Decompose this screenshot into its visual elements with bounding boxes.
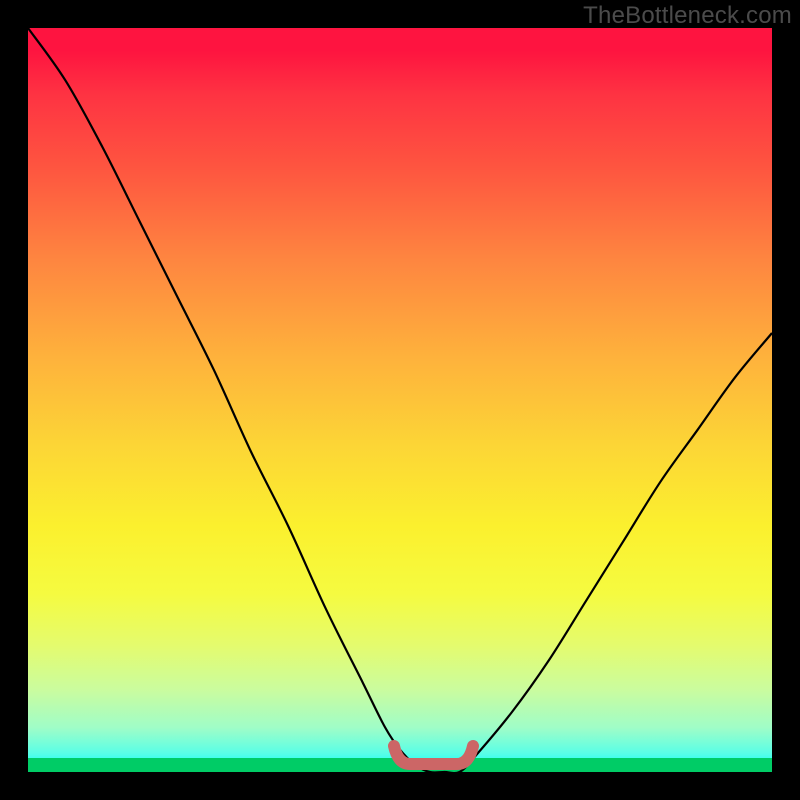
watermark-text: TheBottleneck.com: [583, 2, 792, 30]
bottleneck-curve: [28, 28, 772, 773]
plot-area: [28, 28, 772, 772]
chart-frame: TheBottleneck.com: [0, 0, 800, 800]
curve-layer: [28, 28, 772, 772]
